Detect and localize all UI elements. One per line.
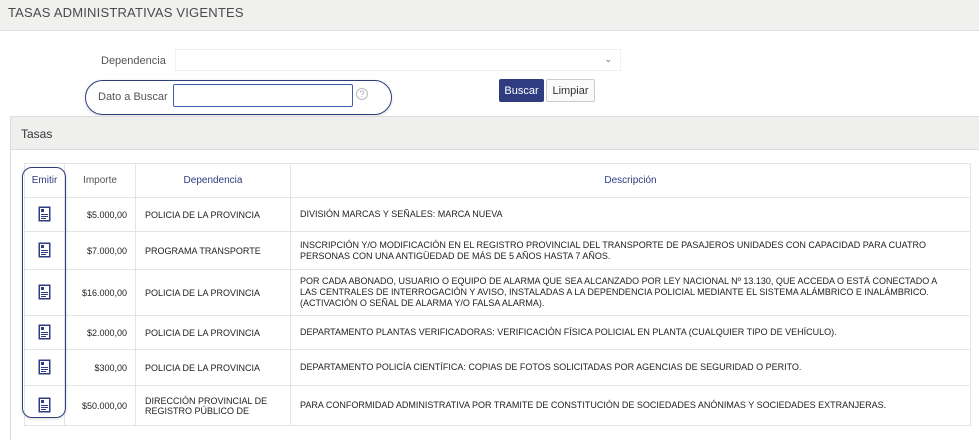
- buscar-button[interactable]: Buscar: [499, 79, 544, 102]
- panel-title: Tasas: [11, 117, 979, 150]
- dependencia-cell: POLICIA DE LA PROVINCIA: [135, 269, 291, 316]
- importe-cell: $7.000,00: [64, 231, 136, 270]
- dependencia-cell: POLICIA DE LA PROVINCIA: [135, 349, 291, 386]
- table-row: $2.000,00 POLICIA DE LA PROVINCIA DEPART…: [24, 315, 971, 350]
- chevron-down-icon: ⌄: [604, 54, 612, 64]
- table-row: $50.000,00 DIRECCIÓN PROVINCIAL DE REGIS…: [24, 385, 971, 426]
- table-row: $300,00 POLICIA DE LA PROVINCIA DEPARTAM…: [24, 349, 971, 386]
- importe-cell: $5.000,00: [64, 197, 136, 232]
- document-icon[interactable]: [38, 397, 52, 414]
- dato-buscar-label: Dato a Buscar: [98, 91, 168, 103]
- limpiar-button[interactable]: Limpiar: [546, 79, 595, 102]
- emitir-cell[interactable]: [24, 231, 65, 270]
- dependencia-select[interactable]: ⌄: [175, 49, 621, 71]
- descripcion-cell: DEPARTAMENTO POLICÍA CIENTÍFICA: COPIAS …: [290, 349, 971, 386]
- document-icon[interactable]: [38, 359, 52, 376]
- descripcion-cell: PARA CONFORMIDAD ADMINISTRATIVA POR TRAM…: [290, 385, 971, 426]
- table-row: $7.000,00 PROGRAMA TRANSPORTE INSCRIPCIÓ…: [24, 231, 971, 270]
- page-header: TASAS ADMINISTRATIVAS VIGENTES: [0, 0, 979, 31]
- help-icon[interactable]: ?: [356, 88, 368, 100]
- header-emitir[interactable]: Emitir: [24, 163, 65, 198]
- dependencia-cell: POLICIA DE LA PROVINCIA: [135, 315, 291, 350]
- importe-cell: $50.000,00: [64, 385, 136, 426]
- header-descripcion[interactable]: Descripción: [290, 163, 971, 198]
- descripcion-cell: INSCRIPCIÓN Y/O MODIFICACIÓN EN EL REGIS…: [290, 231, 971, 270]
- tasas-panel: Tasas Emitir Importe Dependencia Descrip…: [10, 116, 979, 440]
- dependencia-label: Dependencia: [101, 55, 166, 67]
- document-icon[interactable]: [38, 206, 52, 223]
- dependencia-cell: DIRECCIÓN PROVINCIAL DE REGISTRO PÚBLICO…: [135, 385, 291, 426]
- emitir-cell[interactable]: [24, 269, 65, 316]
- emitir-cell[interactable]: [24, 197, 65, 232]
- dependencia-cell: PROGRAMA TRANSPORTE: [135, 231, 291, 270]
- document-icon[interactable]: [38, 324, 52, 341]
- header-dependencia[interactable]: Dependencia: [135, 163, 291, 198]
- document-icon[interactable]: [38, 284, 52, 301]
- emitir-cell[interactable]: [24, 385, 65, 426]
- panel-body: Emitir Importe Dependencia Descripción $…: [11, 150, 979, 440]
- importe-cell: $16.000,00: [64, 269, 136, 316]
- descripcion-cell: DEPARTAMENTO PLANTAS VERIFICADORAS: VERI…: [290, 315, 971, 350]
- table-row: $16.000,00 POLICIA DE LA PROVINCIA POR C…: [24, 269, 971, 316]
- document-icon[interactable]: [38, 242, 52, 259]
- emitir-cell[interactable]: [24, 349, 65, 386]
- dato-buscar-input[interactable]: [173, 84, 353, 107]
- header-importe[interactable]: Importe: [64, 163, 136, 198]
- descripcion-cell: DIVISIÓN MARCAS Y SEÑALES: MARCA NUEVA: [290, 197, 971, 232]
- page-title: TASAS ADMINISTRATIVAS VIGENTES: [8, 5, 244, 20]
- importe-cell: $300,00: [64, 349, 136, 386]
- importe-cell: $2.000,00: [64, 315, 136, 350]
- tasas-table: Emitir Importe Dependencia Descripción $…: [24, 163, 971, 426]
- dependencia-cell: POLICIA DE LA PROVINCIA: [135, 197, 291, 232]
- table-row: $5.000,00 POLICIA DE LA PROVINCIA DIVISI…: [24, 197, 971, 232]
- descripcion-cell: POR CADA ABONADO, USUARIO O EQUIPO DE AL…: [290, 269, 971, 316]
- emitir-cell[interactable]: [24, 315, 65, 350]
